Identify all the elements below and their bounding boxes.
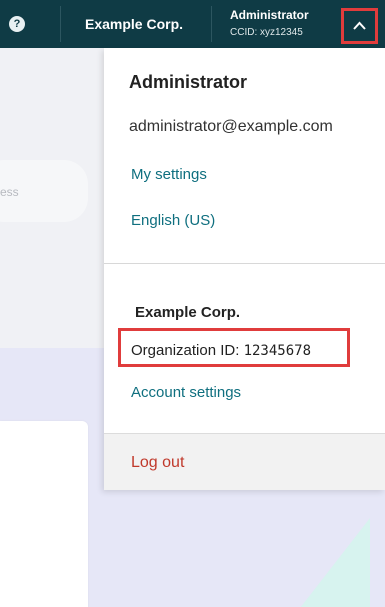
content-card xyxy=(0,421,88,607)
account-settings-link[interactable]: Account settings xyxy=(131,384,241,401)
my-settings-link[interactable]: My settings xyxy=(131,166,207,183)
logout-button[interactable]: Log out xyxy=(104,433,385,490)
user-menu-toggle-button[interactable] xyxy=(341,8,378,44)
organization-id: Organization ID: 12345678 xyxy=(131,342,311,359)
dropdown-divider xyxy=(104,263,385,264)
user-ccid: CCID: xyz12345 xyxy=(230,27,303,38)
divider xyxy=(211,6,212,42)
top-navigation-bar: ? Example Corp. Administrator CCID: xyz1… xyxy=(0,0,385,48)
search-field-text: ess xyxy=(0,185,19,199)
logout-label: Log out xyxy=(131,454,185,471)
organization-id-value: 12345678 xyxy=(243,343,311,359)
question-circle-icon[interactable]: ? xyxy=(9,16,25,32)
dropdown-user-email: administrator@example.com xyxy=(129,118,333,135)
dropdown-user-name: Administrator xyxy=(129,72,248,92)
organization-id-label: Organization ID: xyxy=(131,342,240,359)
language-link[interactable]: English (US) xyxy=(131,212,215,229)
dropdown-org-name: Example Corp. xyxy=(135,304,241,321)
chevron-up-icon xyxy=(353,21,366,30)
divider xyxy=(60,6,61,42)
user-menu-dropdown: Administrator administrator@example.com … xyxy=(104,48,385,490)
decorative-teal-shape xyxy=(300,518,370,607)
user-name[interactable]: Administrator xyxy=(230,8,309,22)
org-name[interactable]: Example Corp. xyxy=(85,16,183,32)
